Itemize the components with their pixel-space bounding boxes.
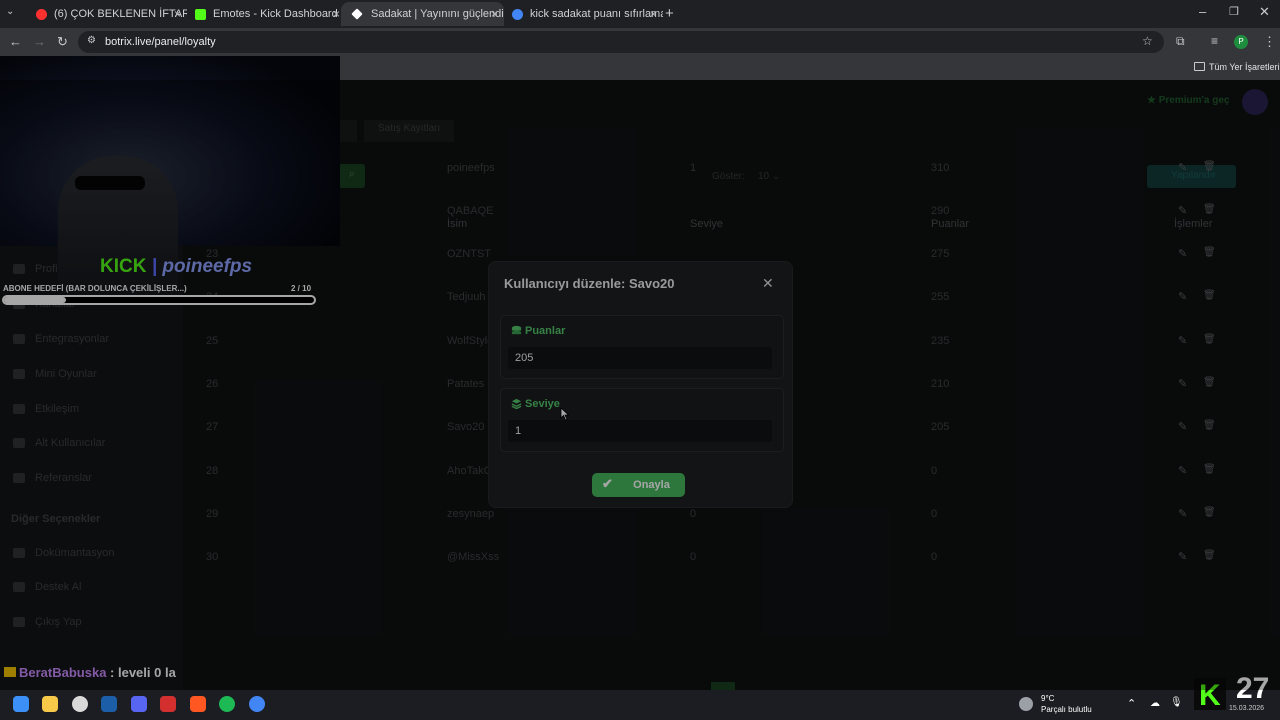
all-bookmarks-link[interactable]: Tüm Yer İşaretleri bbox=[1209, 62, 1280, 72]
maximize-button[interactable]: ❐ bbox=[1229, 5, 1239, 18]
tab-google-search[interactable]: kick sadakat puanı sıfırlama - G × bbox=[500, 2, 663, 26]
tab-search-icon[interactable]: ⌄ bbox=[6, 6, 14, 17]
url-text: botrix.live/panel/loyalty bbox=[105, 36, 216, 48]
google-icon bbox=[512, 9, 523, 20]
close-icon[interactable]: × bbox=[174, 7, 181, 21]
close-window-button[interactable]: ✕ bbox=[1259, 4, 1270, 20]
network-icon[interactable]: ☁ bbox=[1150, 698, 1160, 709]
close-icon[interactable]: × bbox=[650, 7, 657, 21]
site-info-icon[interactable]: ⚙ bbox=[87, 35, 96, 46]
extensions-icon[interactable]: ⧉ bbox=[1176, 34, 1185, 49]
reload-icon[interactable]: ↻ bbox=[57, 34, 68, 50]
tab-label: (6) ÇOK BEKLENEN İFTAR! | Alp bbox=[54, 8, 187, 20]
taskbar-date: 15.03.2026 bbox=[1229, 705, 1265, 712]
windows-taskbar: 9°C Parçalı bulutlu ⌃ ☁ 🎙 15.03.2026 bbox=[0, 690, 1280, 720]
file-explorer-icon[interactable] bbox=[42, 696, 58, 712]
minimize-button[interactable]: – bbox=[1199, 4, 1206, 19]
folder-icon bbox=[1194, 62, 1205, 71]
media-icon[interactable]: ≡ bbox=[1211, 34, 1218, 48]
tab-sadakat[interactable]: Sadakat | Yayınını güçlendirme × bbox=[341, 2, 504, 26]
profile-avatar[interactable]: P bbox=[1234, 35, 1248, 49]
address-bar-row: ← → ↻ ⚙ botrix.live/panel/loyalty ☆ ⧉ ≡ … bbox=[0, 28, 1280, 56]
tab-label: kick sadakat puanı sıfırlama - G bbox=[530, 8, 663, 20]
browser-tab-bar: ⌄ (6) ÇOK BEKLENEN İFTAR! | Alp × Emotes… bbox=[0, 0, 1280, 28]
obs-icon[interactable] bbox=[72, 696, 88, 712]
windows-start-icon[interactable] bbox=[13, 696, 29, 712]
spotify-icon[interactable] bbox=[219, 696, 235, 712]
forward-icon[interactable]: → bbox=[33, 34, 46, 49]
page-content: Profil Kanallar Entegrasyonlar Mini Oyun… bbox=[0, 80, 1280, 690]
app-icon[interactable] bbox=[160, 696, 176, 712]
discord-icon[interactable] bbox=[131, 696, 147, 712]
close-icon[interactable]: × bbox=[333, 7, 340, 21]
tab-kick-dashboard[interactable]: Emotes - Kick Dashboard × bbox=[183, 2, 346, 26]
youtube-icon bbox=[36, 9, 47, 20]
close-icon[interactable]: × bbox=[491, 7, 498, 21]
menu-icon[interactable]: ⋮ bbox=[1263, 34, 1276, 50]
url-input[interactable]: ⚙ botrix.live/panel/loyalty ☆ bbox=[78, 31, 1164, 53]
tab-youtube[interactable]: (6) ÇOK BEKLENEN İFTAR! | Alp × bbox=[24, 2, 187, 26]
kick-icon bbox=[195, 9, 206, 20]
weather-icon[interactable] bbox=[1019, 697, 1033, 711]
steam-icon[interactable] bbox=[101, 696, 117, 712]
tab-label: Emotes - Kick Dashboard bbox=[213, 8, 338, 20]
back-icon[interactable]: ← bbox=[9, 34, 22, 49]
brave-icon[interactable] bbox=[190, 696, 206, 712]
weather-temp: 9°C bbox=[1041, 694, 1055, 703]
botrix-icon bbox=[351, 8, 363, 20]
chrome-icon[interactable] bbox=[249, 696, 265, 712]
new-tab-button[interactable]: + bbox=[665, 5, 674, 22]
bookmark-star-icon[interactable]: ☆ bbox=[1142, 34, 1153, 48]
modal-backdrop[interactable] bbox=[0, 80, 1280, 690]
weather-desc: Parçalı bulutlu bbox=[1041, 705, 1092, 714]
tab-label: Sadakat | Yayınını güçlendirme bbox=[371, 8, 504, 20]
tray-chevron-icon[interactable]: ⌃ bbox=[1127, 697, 1136, 710]
microphone-icon[interactable]: 🎙 bbox=[1170, 697, 1183, 708]
